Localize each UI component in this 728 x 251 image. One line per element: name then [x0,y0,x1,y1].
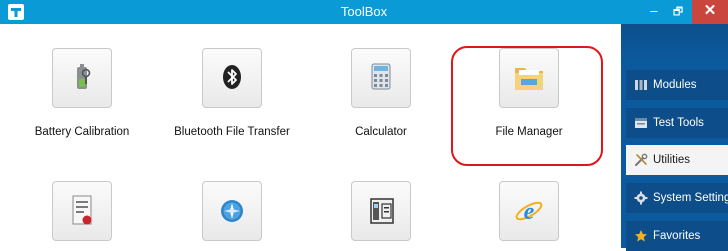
sidebar-item-test-tools[interactable]: Test Tools [626,108,728,138]
modules-icon [635,80,647,90]
sidebar-item-favorites[interactable]: Favorites [626,221,728,251]
sidebar-item-label: Test Tools [653,117,704,129]
web-browser-tile[interactable]: e [499,181,559,241]
tool-label: File Manager [495,126,563,138]
tool-grid: Battery Calibration Bluetooth File Trans… [0,24,621,248]
test-tools-icon [635,118,647,128]
file-manager-icon [515,68,543,90]
tool-label: Calculator [355,126,407,138]
sidebar-item-utilities[interactable]: Utilities [626,145,728,175]
battery-icon [77,64,91,89]
device-info-tile[interactable] [351,181,411,241]
calculator-icon [371,63,391,90]
certificate-tool-tile[interactable] [52,181,112,241]
bluetooth-file-transfer-tile[interactable] [202,48,262,108]
star-icon [635,230,647,242]
sidebar-item-label: System Settings [653,192,728,204]
sidebar-item-label: Utilities [653,154,691,166]
maximize-button[interactable]: 🗗 [666,0,690,24]
window-title: ToolBox [340,4,388,19]
sidebar-item-modules[interactable]: Modules [626,70,728,100]
device-info-icon [370,198,394,224]
bluetooth-icon [223,65,241,89]
sidebar: Modules Test Tools Utilities System Sett… [621,24,728,251]
minimize-button[interactable]: – [642,0,666,24]
tool-label: Bluetooth File Transfer [174,126,290,138]
svg-text:e: e [524,199,535,225]
calculator-tile[interactable] [351,48,411,108]
certificate-document-icon [72,195,92,225]
title-bar: ToolBox – 🗗 ✕ [0,0,728,24]
tool-label: Battery Calibration [34,126,130,138]
sidebar-item-label: Favorites [653,230,701,242]
battery-calibration-tile[interactable] [52,48,112,108]
compass-icon [221,200,243,222]
gear-icon [634,191,648,205]
compass-tool-tile[interactable] [202,181,262,241]
close-button[interactable]: ✕ [692,0,728,24]
file-manager-tile[interactable] [499,48,559,108]
sidebar-header [621,24,728,62]
internet-explorer-icon: e [515,199,543,225]
sidebar-item-system-settings[interactable]: System Settings [626,183,728,213]
utilities-icon [635,153,648,166]
sidebar-item-label: Modules [653,79,697,91]
